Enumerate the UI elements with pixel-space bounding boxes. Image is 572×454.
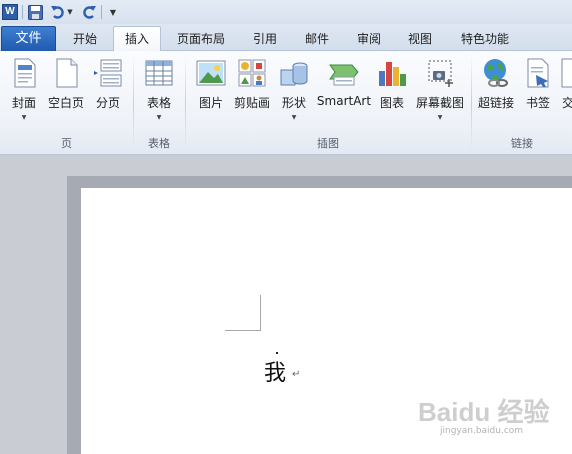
group-links-label: 链接 (511, 137, 533, 150)
chevron-down-icon: ▼ (437, 114, 443, 121)
tab-home[interactable]: 开始 (62, 28, 108, 51)
cover-page-label: 封面 (11, 96, 36, 110)
qat-separator (22, 5, 23, 19)
smartart-icon (328, 57, 360, 89)
undo-dropdown-icon[interactable]: ▼ (66, 3, 74, 21)
group-links: 超链接 书签 交 链接 (472, 51, 572, 155)
word-app-icon[interactable]: W (2, 4, 18, 20)
group-pages: 封面 ▼ 空白页 分页 页 (0, 51, 133, 155)
tab-page-layout[interactable]: 页面布局 (168, 28, 234, 51)
baidu-watermark: Baidu 经验 jingyan.baidu.com (418, 392, 568, 446)
bookmark-label: 书签 (525, 96, 550, 110)
clip-art-icon (236, 57, 268, 89)
tab-references[interactable]: 引用 (244, 28, 286, 51)
redo-icon[interactable] (81, 3, 97, 21)
paragraph-mark: ↵ (292, 369, 301, 380)
screenshot-icon (424, 57, 456, 89)
hyperlink-icon (480, 57, 512, 89)
margin-marker (225, 330, 261, 331)
bookmark-icon (522, 57, 554, 89)
blank-page-label: 空白页 (47, 96, 84, 110)
chevron-down-icon: ▼ (291, 114, 297, 121)
blank-page-icon (50, 57, 82, 89)
cross-reference-icon (558, 57, 572, 89)
bookmark-button[interactable]: 书签 (522, 57, 554, 111)
group-tables-label: 表格 (148, 137, 170, 150)
ribbon-insert: 封面 ▼ 空白页 分页 页 表格 ▼ 表格 图片 剪贴画 形状 ▼ SmartA… (0, 51, 572, 155)
cross-reference-label: 交 (562, 96, 572, 110)
ribbon-tabs: 文件 开始 插入 页面布局 引用 邮件 审阅 视图 特色功能 (0, 24, 572, 52)
chart-icon (376, 57, 408, 89)
hyperlink-button[interactable]: 超链接 (476, 57, 516, 111)
shapes-label: 形状 (281, 96, 306, 110)
shapes-button[interactable]: 形状 ▼ (276, 57, 312, 121)
qat-separator (101, 5, 102, 19)
group-pages-label: 页 (61, 137, 72, 150)
table-label: 表格 (146, 96, 171, 110)
customize-qat-icon[interactable]: ▼ (108, 3, 118, 21)
picture-label: 图片 (198, 96, 223, 110)
chart-label: 图表 (379, 96, 404, 110)
watermark-logo-text: Baidu 经验 (418, 397, 550, 427)
group-tables: 表格 ▼ 表格 (134, 51, 184, 155)
tab-file[interactable]: 文件 (1, 26, 56, 51)
cover-page-icon (8, 57, 40, 89)
chart-button[interactable]: 图表 (376, 57, 408, 111)
document-text[interactable]: 我 (264, 355, 286, 387)
quick-access-toolbar: W ▼ ▼ (0, 0, 572, 24)
shapes-icon (278, 57, 310, 89)
margin-marker (260, 295, 261, 331)
table-button[interactable]: 表格 ▼ (142, 57, 176, 121)
tab-special-features[interactable]: 特色功能 (452, 28, 518, 51)
group-illustrations: 图片 剪贴画 形状 ▼ SmartArt 图表 屏幕截图 ▼ 插图 (186, 51, 470, 155)
page-break-label: 分页 (95, 96, 120, 110)
hyperlink-label: 超链接 (477, 96, 514, 110)
clip-art-button[interactable]: 剪贴画 (232, 57, 272, 111)
picture-button[interactable]: 图片 (194, 57, 228, 111)
undo-icon[interactable] (50, 3, 66, 21)
chevron-down-icon: ▼ (21, 114, 27, 121)
page-break-button[interactable]: 分页 (92, 57, 124, 111)
text-cursor (276, 352, 278, 354)
cross-reference-button[interactable]: 交 (558, 57, 572, 111)
tab-view[interactable]: 视图 (399, 28, 441, 51)
group-illustrations-label: 插图 (317, 137, 339, 150)
save-icon[interactable] (27, 3, 43, 21)
smartart-button[interactable]: SmartArt (316, 57, 372, 108)
clip-art-label: 剪贴画 (233, 96, 270, 110)
chevron-down-icon: ▼ (156, 114, 162, 121)
screenshot-label: 屏幕截图 (415, 96, 464, 110)
screenshot-button[interactable]: 屏幕截图 ▼ (414, 57, 466, 121)
table-icon (143, 57, 175, 89)
picture-icon (195, 57, 227, 89)
smartart-label: SmartArt (316, 94, 372, 108)
tab-insert[interactable]: 插入 (113, 26, 161, 52)
tab-mailings[interactable]: 邮件 (296, 28, 338, 51)
cover-page-button[interactable]: 封面 ▼ (6, 57, 42, 121)
watermark-url: jingyan.baidu.com (440, 426, 524, 436)
page-break-icon (92, 57, 124, 89)
blank-page-button[interactable]: 空白页 (46, 57, 86, 111)
tab-review[interactable]: 审阅 (348, 28, 390, 51)
